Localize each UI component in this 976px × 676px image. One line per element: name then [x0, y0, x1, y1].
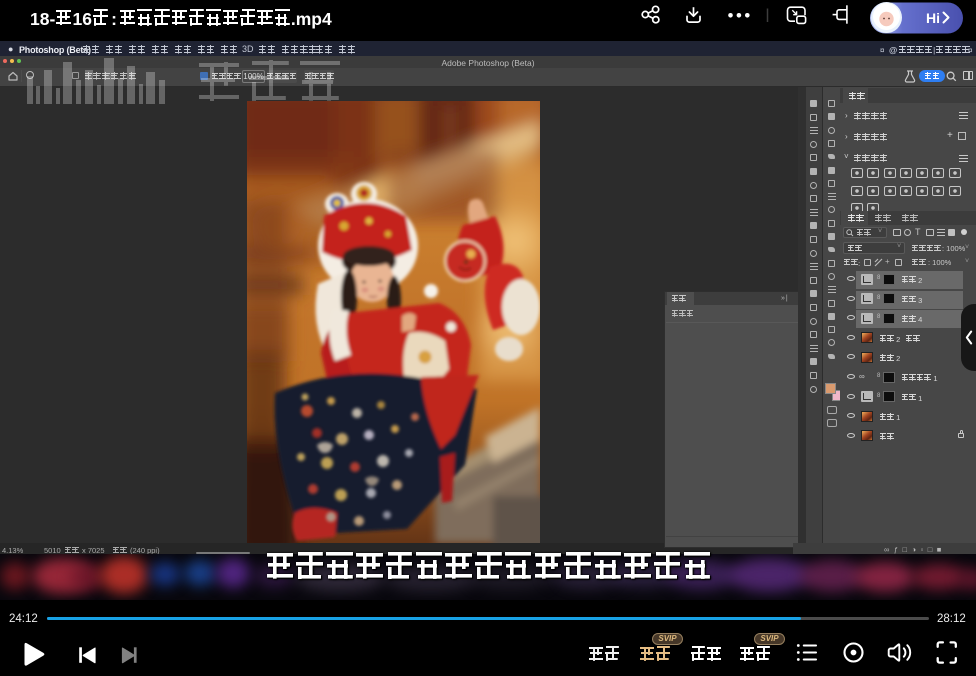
svg-text:Hi: Hi — [926, 10, 940, 26]
